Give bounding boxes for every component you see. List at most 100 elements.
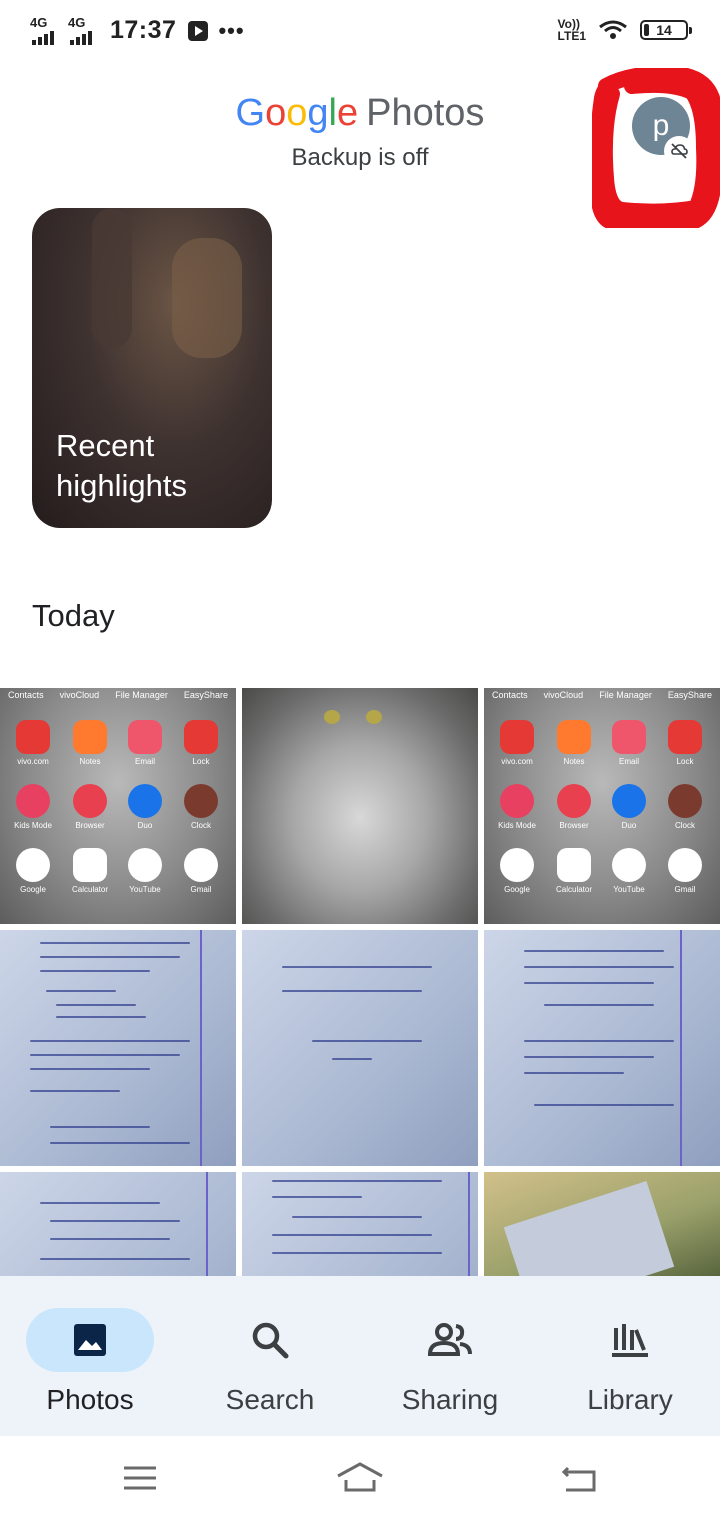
- kids-mode-app-icon: [500, 784, 534, 818]
- home-label: EasyShare: [667, 690, 712, 700]
- lock-app-icon: [668, 720, 702, 754]
- media-playing-icon: [188, 20, 209, 41]
- app-label: Gmail: [190, 885, 212, 894]
- notebook-shape: [503, 1181, 675, 1278]
- home-label: EasyShare: [183, 690, 228, 700]
- logo-letter-g: G: [235, 92, 266, 134]
- notebook-margin: [468, 1172, 470, 1278]
- nav-tab-search[interactable]: Search: [180, 1292, 360, 1422]
- app-label: Gmail: [674, 885, 696, 894]
- app-label: Duo: [137, 821, 153, 830]
- duo-app-icon: [612, 784, 646, 818]
- status-time: 17:37: [110, 16, 177, 44]
- menu-icon[interactable]: [120, 1458, 160, 1498]
- handwriting-line: [40, 942, 190, 944]
- battery-level: 14: [656, 22, 672, 38]
- handwriting-line: [50, 1238, 170, 1240]
- photo-tile-notebook-1[interactable]: [0, 930, 236, 1166]
- vivo-app-icon: [500, 720, 534, 754]
- photo-tile-screenshot-1[interactable]: Contacts vivoCloud File Manager EasyShar…: [0, 688, 236, 924]
- battery-icon: 14: [640, 20, 692, 40]
- app-label: YouTube: [129, 885, 161, 894]
- google-app-icon: [16, 848, 50, 882]
- highlight-photo-shape: [172, 238, 242, 358]
- app-label: Lock: [676, 757, 694, 766]
- app-label: Browser: [75, 821, 105, 830]
- handwriting-line: [30, 1040, 190, 1042]
- gmail-app-icon: [184, 848, 218, 882]
- kids-mode-app-icon: [16, 784, 50, 818]
- handwriting-line: [50, 1220, 180, 1222]
- nav-label-sharing: Sharing: [401, 1384, 499, 1415]
- app-label: Email: [134, 757, 155, 766]
- vivo-app-icon: [16, 720, 50, 754]
- logo-letter-o2: o: [286, 92, 308, 134]
- photo-tile-cat[interactable]: [242, 688, 478, 924]
- app-label: Lock: [192, 757, 210, 766]
- handwriting-line: [30, 1068, 150, 1070]
- app-label: Clock: [674, 821, 695, 830]
- app-label: Kids Mode: [14, 821, 52, 830]
- handwriting-line: [40, 1258, 190, 1260]
- home-label: File Manager: [115, 690, 168, 700]
- lock-app-icon: [184, 720, 218, 754]
- logo-product-name: Photos: [366, 92, 485, 134]
- app-label: vivo.com: [17, 757, 49, 766]
- app-label: Notes: [79, 757, 101, 766]
- app-label: Clock: [190, 821, 211, 830]
- handwriting-line: [56, 1004, 136, 1006]
- photo-grid: Contacts vivoCloud File Manager EasyShar…: [0, 688, 720, 1278]
- photo-tile-outdoor-notebook[interactable]: [484, 1172, 720, 1278]
- signal-2-label: 4G: [68, 14, 86, 30]
- app-label: Calculator: [555, 885, 592, 894]
- logo-letter-l: l: [328, 92, 337, 134]
- clock-app-icon: [668, 784, 702, 818]
- calculator-app-icon: [557, 848, 591, 882]
- app-label: Browser: [559, 821, 589, 830]
- nav-tab-library[interactable]: Library: [540, 1292, 720, 1422]
- signal-1-label: 4G: [30, 14, 48, 30]
- handwriting-line: [534, 1104, 674, 1106]
- home-label: File Manager: [599, 690, 652, 700]
- notebook-margin: [206, 1172, 208, 1278]
- photo-tile-screenshot-2[interactable]: Contacts vivoCloud File Manager EasyShar…: [484, 688, 720, 924]
- recent-highlights-card[interactable]: Recent highlights: [32, 208, 272, 528]
- handwriting-line: [524, 1040, 674, 1042]
- handwriting-line: [50, 1142, 190, 1144]
- app-label: Duo: [621, 821, 637, 830]
- avatar-letter: p: [652, 109, 670, 142]
- app-label: vivo.com: [501, 757, 533, 766]
- app-label: Calculator: [71, 885, 108, 894]
- handwriting-line: [524, 982, 654, 984]
- photo-tile-notebook-4[interactable]: [0, 1172, 236, 1278]
- search-icon: [252, 1322, 289, 1359]
- handwriting-line: [40, 970, 150, 972]
- photo-tile-notebook-5[interactable]: [242, 1172, 478, 1278]
- status-right: Vo)) LTE1 14: [558, 18, 692, 42]
- email-app-icon: [612, 720, 646, 754]
- calculator-app-icon: [73, 848, 107, 882]
- handwriting-line: [30, 1054, 180, 1056]
- photo-icon: [74, 1324, 106, 1356]
- signal-2-icon: 4G: [68, 14, 100, 45]
- email-app-icon: [128, 720, 162, 754]
- cat-eye-shape: [324, 710, 340, 724]
- back-icon[interactable]: [560, 1458, 600, 1498]
- system-navigation-bar: [0, 1436, 720, 1520]
- photo-tile-notebook-3[interactable]: [484, 930, 720, 1166]
- handwriting-line: [282, 990, 422, 992]
- nav-label-search: Search: [225, 1384, 315, 1415]
- bottom-navigation-bar: Photos Search Sharing Library: [0, 1276, 720, 1436]
- photo-tile-notebook-2[interactable]: [242, 930, 478, 1166]
- notebook-margin: [200, 930, 202, 1166]
- home-icon[interactable]: [336, 1458, 384, 1498]
- nav-tab-sharing[interactable]: Sharing: [360, 1292, 540, 1422]
- backup-off-icon: [664, 136, 694, 166]
- handwriting-line: [30, 1090, 120, 1092]
- nav-tab-photos[interactable]: Photos: [0, 1292, 180, 1422]
- handwriting-line: [524, 950, 664, 952]
- app-label: Google: [20, 885, 46, 894]
- handwriting-line: [544, 1004, 654, 1006]
- duo-app-icon: [128, 784, 162, 818]
- nav-label-library: Library: [587, 1384, 673, 1415]
